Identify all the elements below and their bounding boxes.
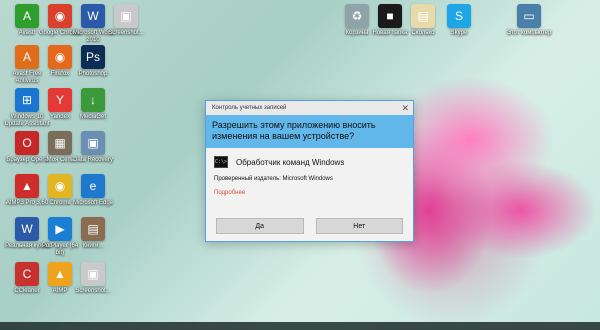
dialog-titlebar: Контроль учетных записей ✕ [206, 101, 413, 115]
desktop-icon-label: Screenshot... [108, 30, 144, 36]
app-icon: O [15, 131, 39, 155]
app-icon: W [81, 4, 105, 28]
app-icon: ▣ [81, 262, 105, 286]
app-icon: ▤ [411, 4, 435, 28]
dialog-title: Контроль учетных записей [212, 105, 287, 111]
app-icon: ◉ [48, 4, 72, 28]
desktop-icon-label: Microsoft Edge [72, 200, 114, 206]
app-icon: e [81, 174, 105, 198]
yes-button[interactable]: Да [216, 218, 304, 234]
app-icon: ▣ [114, 4, 138, 28]
publisher-text: Проверенный издатель: Microsoft Windows [214, 176, 333, 182]
desktop-icon[interactable]: ▣ Screenshot... [70, 258, 116, 316]
desktop-icon-label: Этот компьютер [506, 30, 552, 36]
dialog-buttons: Да Нет [216, 218, 403, 234]
app-icon: ▭ [517, 4, 541, 28]
program-row: C:\> Обработчик команд Windows [214, 156, 405, 168]
desktop-icon-label: Photoshop [78, 71, 108, 77]
app-icon: ♻ [345, 4, 369, 28]
no-button[interactable]: Нет [315, 218, 403, 234]
close-icon[interactable]: ✕ [401, 103, 409, 114]
app-icon: ⊞ [15, 88, 39, 112]
app-icon: ▲ [48, 262, 72, 286]
desktop-icon-label: MediaGet [79, 114, 106, 120]
desktop-icon[interactable]: S Skype [436, 0, 482, 58]
app-icon: ↓ [81, 88, 105, 112]
desktop-icon-label: Книги... [82, 243, 104, 249]
app-icon: ◉ [48, 45, 72, 69]
desktop-icon[interactable]: ▭ Этот компьютер [506, 0, 552, 58]
app-icon: Y [48, 88, 72, 112]
app-icon: ▣ [81, 131, 105, 155]
app-icon: ▦ [48, 131, 72, 155]
taskbar[interactable] [0, 322, 600, 330]
app-icon: ■ [378, 4, 402, 28]
app-icon: C [15, 262, 39, 286]
app-icon: ▲ [15, 174, 39, 198]
dialog-question: Разрешить этому приложению вносить измен… [206, 115, 413, 148]
app-icon: ▤ [81, 217, 105, 241]
desktop-icon-label: Skype [450, 30, 468, 36]
app-icon: ◉ [48, 174, 72, 198]
desktop-icon-label: Data Recovery [73, 157, 113, 163]
app-icon: A [15, 4, 39, 28]
command-prompt-icon: C:\> [214, 156, 228, 168]
app-icon: Ps [81, 45, 105, 69]
app-icon: S [447, 4, 471, 28]
app-icon: A [15, 45, 39, 69]
desktop-icon-label: Screenshot... [75, 288, 111, 294]
details-link[interactable]: Подробнее [214, 190, 405, 196]
dialog-body: C:\> Обработчик команд Windows Проверенн… [206, 148, 413, 196]
program-name: Обработчик команд Windows [236, 157, 345, 167]
app-icon: ▶ [48, 217, 72, 241]
app-icon: W [15, 217, 39, 241]
uac-dialog: Контроль учетных записей ✕ Разрешить это… [205, 100, 414, 242]
